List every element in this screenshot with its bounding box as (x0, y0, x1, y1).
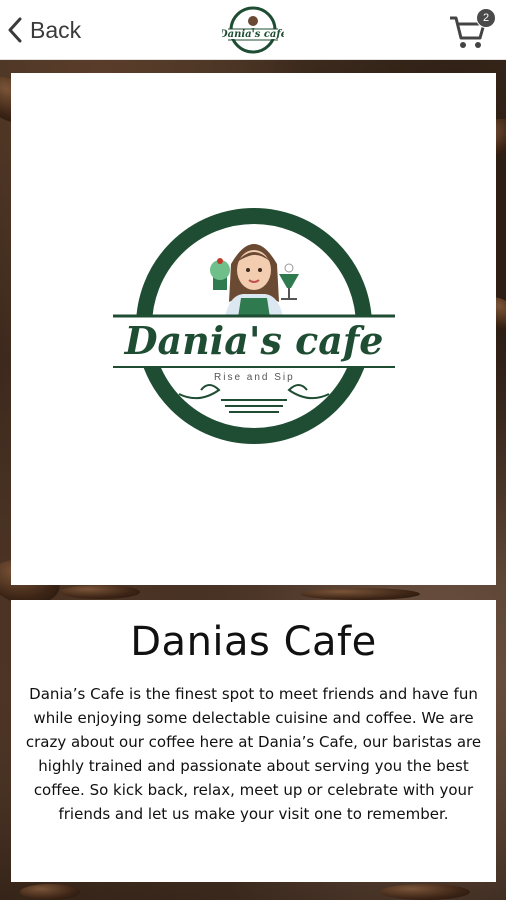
cart-count-badge: 2 (476, 8, 496, 28)
header-logo-text: Dania's cafe (222, 29, 284, 40)
cafe-logo-card: Dania's cafe Rise and Sip (11, 73, 496, 585)
coffee-bean (380, 884, 470, 900)
back-label: Back (30, 16, 82, 43)
cart-button[interactable]: 2 (448, 6, 500, 52)
coffee-bean (20, 884, 80, 900)
cafe-title: Danias Cafe (130, 619, 377, 665)
top-navigation-bar: Back Dania's cafe 2 (0, 0, 506, 60)
logo-tagline: Rise and Sip (214, 372, 295, 383)
coffee-bean (300, 588, 420, 600)
chevron-left-icon (8, 17, 22, 43)
back-button[interactable]: Back (8, 10, 81, 50)
coffee-bean (60, 585, 140, 599)
cafe-description: Dania’s Cafe is the finest spot to meet … (25, 685, 482, 823)
header-logo: Dania's cafe (218, 3, 287, 57)
logo-brand-text: Dania's cafe (123, 318, 383, 363)
cafe-info-card: Danias Cafe Dania’s Cafe is the finest s… (11, 600, 496, 882)
cafe-logo: Dania's cafe Rise and Sip (108, 208, 399, 444)
